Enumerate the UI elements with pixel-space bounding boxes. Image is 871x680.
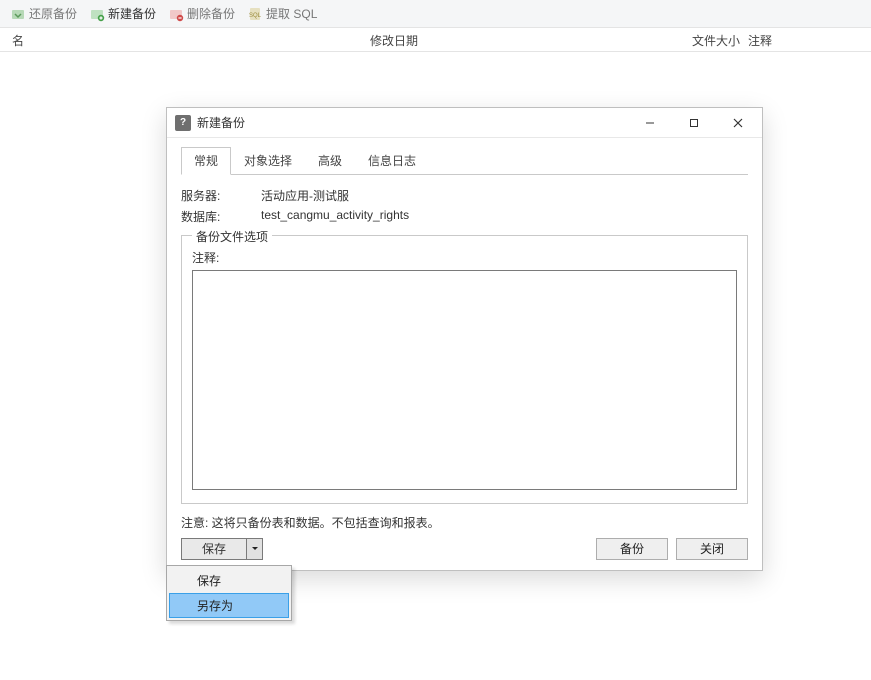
new-backup-dialog: ? 新建备份 常规 对象选择 高级 信息日志 服务器: 活动应用-测试服 数据库… bbox=[166, 107, 763, 571]
save-dropdown-menu: 保存 另存为 bbox=[166, 565, 292, 621]
dd-save-as[interactable]: 另存为 bbox=[169, 593, 289, 618]
window-close-button[interactable] bbox=[716, 108, 760, 138]
dialog-tabs: 常规 对象选择 高级 信息日志 bbox=[181, 146, 748, 175]
backup-file-options: 备份文件选项 注释: bbox=[181, 235, 748, 504]
new-backup-icon bbox=[89, 6, 105, 22]
dialog-title: 新建备份 bbox=[197, 114, 245, 131]
svg-text:SQL: SQL bbox=[249, 13, 262, 19]
dialog-icon: ? bbox=[175, 115, 191, 131]
dd-save[interactable]: 保存 bbox=[169, 568, 289, 593]
tb-restore-backup[interactable]: 还原备份 bbox=[4, 3, 83, 24]
tab-general[interactable]: 常规 bbox=[181, 147, 231, 175]
tab-advanced[interactable]: 高级 bbox=[305, 147, 355, 175]
tb-restore-label: 还原备份 bbox=[29, 5, 77, 22]
server-value: 活动应用-测试服 bbox=[261, 187, 349, 204]
extract-sql-icon: SQL bbox=[247, 6, 263, 22]
save-dropdown-arrow[interactable] bbox=[246, 539, 262, 559]
tb-extract-sql[interactable]: SQL 提取 SQL bbox=[241, 3, 323, 24]
tb-delete-label: 删除备份 bbox=[187, 5, 235, 22]
database-label: 数据库: bbox=[181, 208, 261, 225]
backup-button[interactable]: 备份 bbox=[596, 538, 668, 560]
database-value: test_cangmu_activity_rights bbox=[261, 208, 409, 225]
close-button[interactable]: 关闭 bbox=[676, 538, 748, 560]
note-text: 注意: 这将只备份表和数据。不包括查询和报表。 bbox=[181, 514, 748, 531]
tab-log[interactable]: 信息日志 bbox=[355, 147, 429, 175]
comment-label: 注释: bbox=[192, 249, 737, 266]
window-maximize-button[interactable] bbox=[672, 108, 716, 138]
col-date[interactable]: 修改日期 bbox=[370, 28, 680, 51]
delete-backup-icon bbox=[168, 6, 184, 22]
tb-new-label: 新建备份 bbox=[108, 5, 156, 22]
col-name[interactable]: 名 bbox=[0, 28, 370, 51]
server-label: 服务器: bbox=[181, 187, 261, 204]
main-toolbar: 还原备份 新建备份 删除备份 SQL 提取 SQL bbox=[0, 0, 871, 28]
save-split-button[interactable]: 保存 bbox=[181, 538, 263, 560]
col-size[interactable]: 文件大小 bbox=[680, 28, 740, 51]
comment-textarea[interactable] bbox=[192, 270, 737, 490]
tab-objects[interactable]: 对象选择 bbox=[231, 147, 305, 175]
col-note[interactable]: 注释 bbox=[740, 28, 871, 51]
tb-extract-label: 提取 SQL bbox=[266, 5, 317, 22]
dialog-titlebar[interactable]: ? 新建备份 bbox=[167, 108, 762, 138]
save-button-label[interactable]: 保存 bbox=[182, 539, 246, 559]
list-header: 名 修改日期 文件大小 注释 bbox=[0, 28, 871, 52]
fieldset-legend: 备份文件选项 bbox=[192, 228, 272, 245]
window-minimize-button[interactable] bbox=[628, 108, 672, 138]
tb-new-backup[interactable]: 新建备份 bbox=[83, 3, 162, 24]
restore-icon bbox=[10, 6, 26, 22]
tb-delete-backup[interactable]: 删除备份 bbox=[162, 3, 241, 24]
dialog-footer: 保存 备份 关闭 bbox=[181, 538, 748, 560]
